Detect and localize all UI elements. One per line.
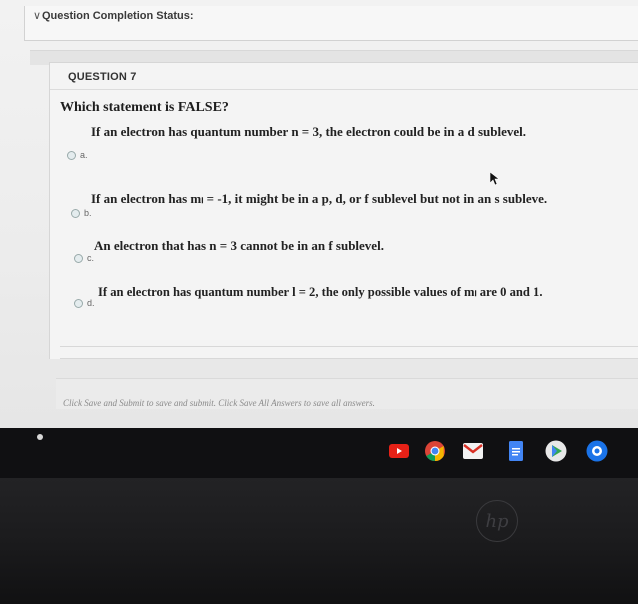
collapse-chevron-icon[interactable]: ∨ <box>33 9 41 22</box>
header-divider <box>50 89 638 90</box>
hp-logo: hp <box>476 500 518 542</box>
chrome-remote-icon[interactable] <box>586 440 608 462</box>
question-panel: QUESTION 7 Which statement is FALSE? <box>49 62 638 359</box>
gmail-icon[interactable] <box>462 440 484 462</box>
question-bottom-divider <box>60 346 638 347</box>
radio-button-icon[interactable] <box>74 298 83 308</box>
option-a-radio[interactable]: a. <box>67 150 88 160</box>
completion-status-label: Question Completion Status: <box>42 10 194 22</box>
mouse-pointer-icon <box>490 172 499 186</box>
option-d-text: If an electron has quantum number l = 2,… <box>98 285 543 299</box>
radio-button-icon[interactable] <box>74 253 83 263</box>
option-c-text: An electron that has n = 3 cannot be in … <box>94 238 384 253</box>
laptop-bezel <box>0 478 638 604</box>
submit-instructions: Click Save and Submit to save and submit… <box>63 398 375 408</box>
question-completion-status-bar[interactable]: ∨ Question Completion Status: <box>24 6 638 41</box>
question-prompt: Which statement is FALSE? <box>60 100 229 115</box>
section-divider <box>60 358 638 359</box>
youtube-icon[interactable] <box>388 440 410 462</box>
option-b-radio[interactable]: b. <box>71 208 92 218</box>
chrome-icon[interactable] <box>424 440 446 462</box>
radio-button-icon[interactable] <box>71 208 80 218</box>
option-d-letter: d. <box>87 298 95 308</box>
option-c-letter: c. <box>87 253 95 263</box>
option-b-letter: b. <box>84 208 92 218</box>
play-store-icon[interactable] <box>545 440 567 462</box>
option-a-letter: a. <box>80 150 88 160</box>
radio-button-icon[interactable] <box>67 150 76 160</box>
browser-screen: ∨ Question Completion Status: QUESTION 7… <box>0 0 638 428</box>
docs-icon[interactable] <box>505 440 527 462</box>
option-d-radio[interactable]: d. <box>74 298 95 308</box>
option-c-radio[interactable]: c. <box>74 253 94 263</box>
chromeos-shelf <box>0 428 638 478</box>
question-number: QUESTION 7 <box>68 71 137 83</box>
launcher-icon[interactable] <box>37 434 43 440</box>
option-b-text: If an electron has mₗ = -1, it might be … <box>91 191 548 206</box>
option-a-text: If an electron has quantum number n = 3,… <box>91 124 527 139</box>
